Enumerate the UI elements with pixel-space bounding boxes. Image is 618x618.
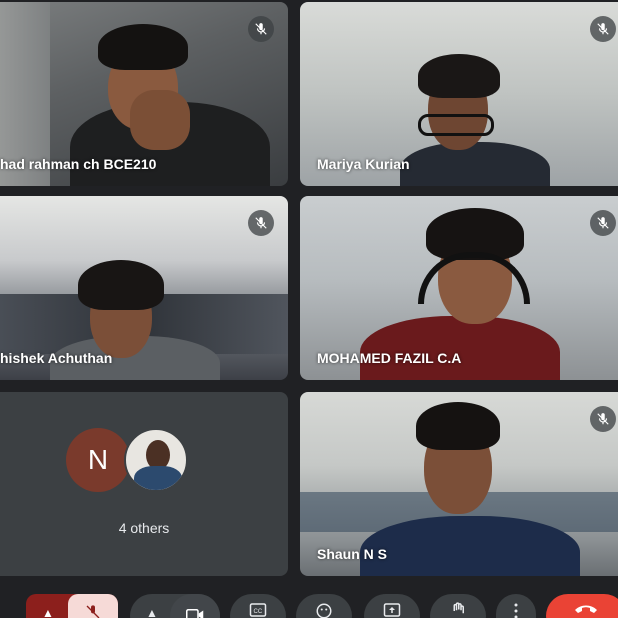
present-icon [383,603,401,617]
more-options-button[interactable] [496,594,536,618]
mic-off-icon [248,210,274,236]
mic-toggle-button[interactable]: ▲ [26,594,118,618]
end-call-button[interactable] [546,594,618,618]
raise-hand-button[interactable] [430,594,486,618]
present-button[interactable] [364,594,420,618]
participant-name: MOHAMED FAZIL C.A [317,350,462,366]
captions-icon: CC [249,603,267,617]
participant-name: Shaun N S [317,546,388,562]
others-avatar-initial: N [66,428,130,492]
more-vert-icon [514,603,518,618]
meeting-controls: ▲ ▲ CC [0,580,618,618]
mic-off-icon [248,16,274,42]
mic-off-icon[interactable] [68,594,118,618]
reactions-button[interactable] [296,594,352,618]
participant-tile[interactable]: MOHAMED FAZIL C.A [300,196,618,380]
participant-grid: had rahman ch BCE210 Mariya Kurian hishe… [0,0,618,580]
others-count-label: 4 others [118,520,170,536]
others-tile[interactable]: N 4 others [0,392,288,576]
participant-tile[interactable]: hishek Achuthan [0,196,288,380]
participant-tile[interactable]: Mariya Kurian [300,2,618,186]
mic-off-icon [590,406,616,432]
chevron-up-icon[interactable]: ▲ [42,606,54,618]
participant-name: had rahman ch BCE210 [0,156,157,172]
emoji-icon [316,603,332,618]
camera-toggle-button[interactable]: ▲ [130,594,220,618]
call-end-icon [575,605,597,613]
mic-off-icon [590,16,616,42]
captions-button[interactable]: CC [230,594,286,618]
participant-tile[interactable]: Shaun N S [300,392,618,576]
mic-off-icon [590,210,616,236]
participant-name: Mariya Kurian [317,156,410,172]
raise-hand-icon [453,602,464,614]
others-avatar-photo [124,428,188,492]
svg-text:CC: CC [254,609,263,615]
chevron-up-icon[interactable]: ▲ [146,606,158,618]
participant-tile[interactable]: had rahman ch BCE210 [0,2,288,186]
videocam-icon[interactable] [170,594,220,618]
participant-name: hishek Achuthan [0,350,113,366]
